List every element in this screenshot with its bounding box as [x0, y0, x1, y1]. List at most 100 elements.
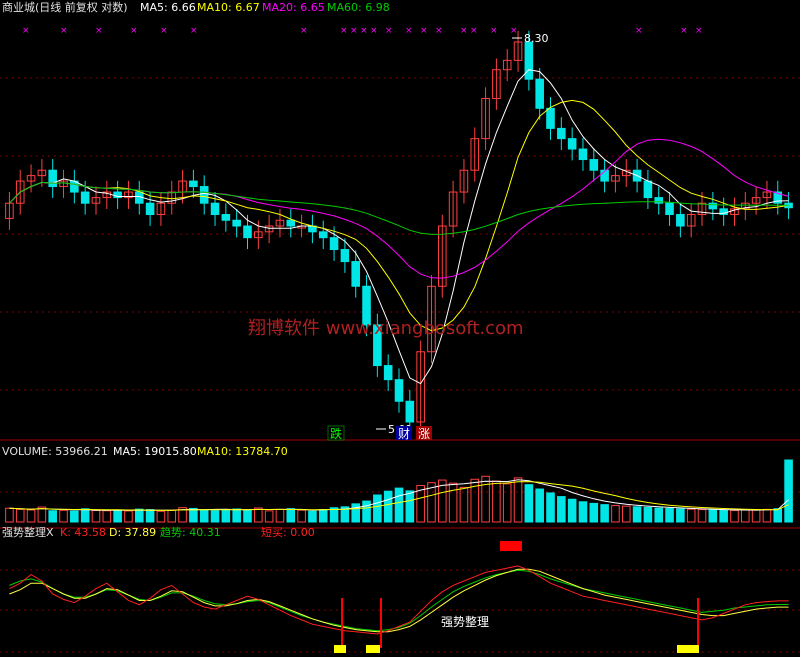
volume-bar — [741, 509, 750, 523]
candle-body — [557, 127, 566, 140]
tag-fall: 跌 — [330, 426, 342, 441]
cross-marker: × — [60, 26, 68, 36]
volume-bar — [762, 508, 772, 523]
d-label: D: 37.89 — [109, 526, 156, 539]
cross-marker: × — [510, 26, 518, 36]
volume-bar — [221, 509, 231, 523]
cross-marker: × — [340, 26, 348, 36]
cross-marker: × — [160, 26, 168, 36]
volume-bar — [286, 508, 296, 523]
candle-body — [329, 237, 339, 251]
cross-marker: × — [635, 26, 643, 36]
cross-marker: × — [490, 26, 498, 36]
candle-body — [589, 159, 599, 171]
cross-marker: × — [350, 26, 358, 36]
volume-bar — [481, 475, 490, 523]
k-line — [9, 565, 789, 635]
d-line — [9, 568, 789, 633]
volume-bar — [600, 504, 609, 523]
buy-label: 短买: 0.00 — [261, 525, 315, 539]
volume-bar — [243, 509, 252, 523]
candle-body — [535, 78, 544, 109]
cross-marker: × — [190, 26, 198, 36]
volume-bar — [264, 510, 274, 523]
candle-body — [351, 261, 360, 287]
volume-label: VOLUME: 53966.21 — [2, 445, 108, 458]
volume-ma10-label: MA10: 13784.70 — [197, 445, 288, 458]
cross-marker: × — [385, 26, 393, 36]
cross-marker: × — [420, 26, 428, 36]
volume-bar — [448, 482, 458, 523]
volume-bars — [5, 459, 793, 523]
ma10-line — [9, 99, 789, 332]
volume-bar — [394, 487, 404, 523]
candle-body — [145, 202, 155, 216]
candle-body — [524, 41, 534, 80]
indicator-signals — [334, 541, 699, 653]
volume-bar — [145, 509, 155, 523]
tag-rise: 涨 — [418, 426, 430, 441]
volume-bar — [308, 510, 317, 523]
trend-label: 趋势: 40.31 — [160, 526, 221, 539]
volume-bar — [167, 509, 177, 523]
volume-bar — [643, 506, 653, 523]
candle-body — [221, 214, 231, 221]
volume-bar — [784, 459, 793, 523]
indicator-center-text: 强势整理 — [441, 614, 489, 629]
volume-bar — [502, 483, 512, 523]
volume-bar — [210, 510, 220, 523]
volume-bar — [751, 509, 761, 523]
chart-title: 商业城(日线 前复权 对数) — [2, 0, 128, 14]
volume-bar — [297, 509, 306, 523]
cross-marker: × — [130, 26, 138, 36]
volume-bar — [459, 486, 469, 523]
volume-bar — [546, 492, 555, 523]
cross-marker: × — [300, 26, 308, 36]
volume-bar — [275, 508, 285, 523]
volume-ma5-label: MA5: 19015.80 — [113, 445, 197, 458]
cross-marker: × — [405, 26, 413, 36]
candle-body — [383, 365, 393, 381]
cross-marker: × — [435, 26, 443, 36]
volume-bar — [134, 508, 144, 523]
candle-body — [232, 219, 241, 227]
cross-marker: × — [95, 26, 103, 36]
volume-bar — [632, 506, 642, 523]
cross-marker: × — [680, 26, 688, 36]
candle-body — [243, 225, 252, 239]
volume-bar — [102, 510, 112, 523]
candle-body — [286, 219, 296, 227]
price-candles — [5, 30, 793, 434]
candle-body — [405, 400, 415, 423]
cross-marker: × — [460, 26, 468, 36]
candle-body — [567, 138, 577, 150]
tag-cai: 财 — [398, 427, 410, 441]
candle-body — [578, 148, 588, 161]
volume-bar — [773, 508, 783, 523]
candle-body — [340, 249, 350, 263]
volume-bar — [676, 508, 685, 523]
volume-bar — [589, 502, 599, 523]
volume-bar — [15, 508, 25, 523]
volume-bar — [535, 488, 544, 523]
volume-bar — [665, 507, 674, 523]
candle-body — [318, 231, 328, 239]
cross-marker: × — [370, 26, 378, 36]
indicator-lines — [9, 565, 789, 635]
volume-bar — [70, 510, 79, 523]
watermark: 翔博软件 www.xiangbosoft.com — [248, 318, 524, 339]
volume-bar — [567, 498, 577, 523]
grid-lines — [0, 77, 800, 653]
bottom-signal-block — [366, 645, 380, 653]
volume-bar — [156, 510, 166, 523]
candle-body — [676, 214, 685, 227]
cross-marker: × — [695, 26, 703, 36]
candle-body — [643, 180, 653, 199]
candle-body — [654, 197, 664, 204]
cross-marker: × — [22, 26, 30, 36]
cross-marker: × — [470, 26, 478, 36]
volume-bar — [611, 505, 620, 523]
candle-body — [665, 202, 674, 216]
candle-body — [189, 180, 198, 188]
volume-bar — [199, 509, 209, 523]
